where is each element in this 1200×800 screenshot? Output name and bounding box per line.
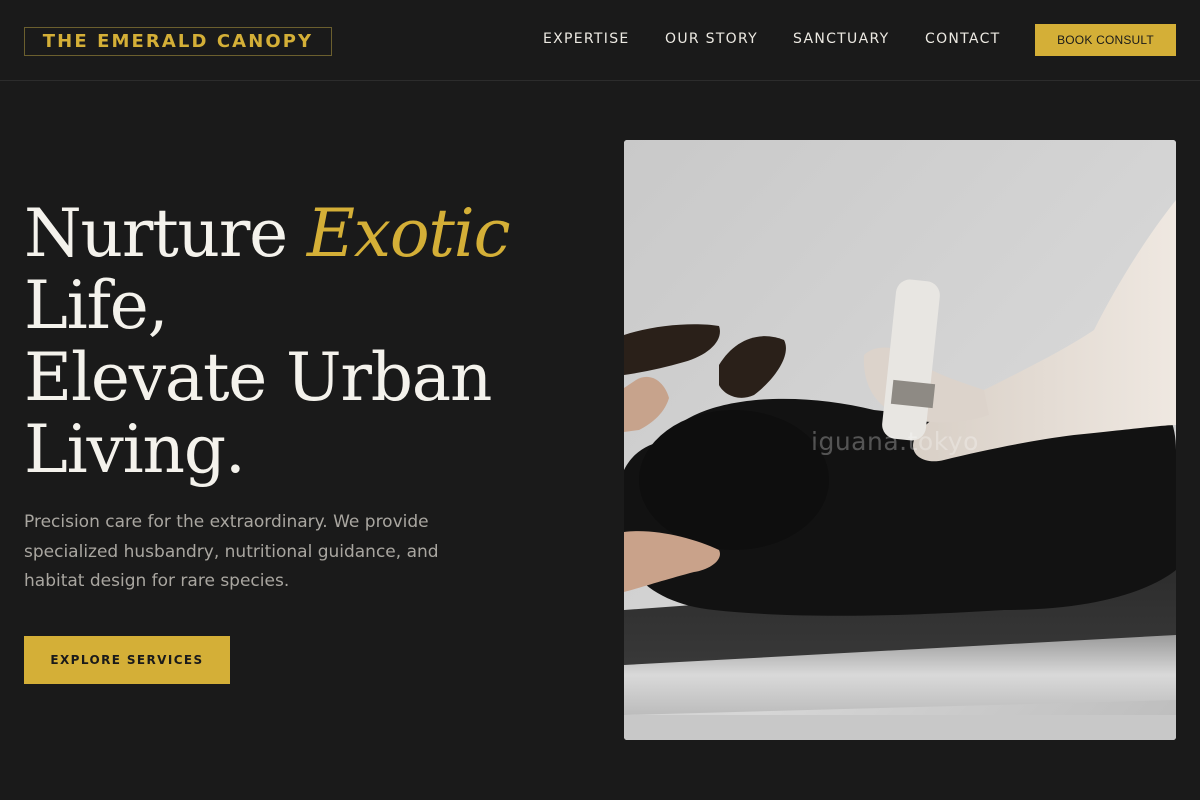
headline-line-2: Life, — [24, 267, 169, 344]
headline-accent-word: Exotic — [306, 195, 511, 272]
nav-link-sanctuary[interactable]: SANCTUARY — [793, 29, 889, 49]
hero-headline: Nurture Exotic Life, Elevate Urban Livin… — [24, 198, 544, 486]
hero-tagline: Precision care for the extraordinary. We… — [24, 512, 439, 591]
main-nav: EXPERTISE OUR STORY SANCTUARY CONTACT — [0, 29, 1200, 49]
headline-line-1: Nurture Exotic — [24, 198, 544, 270]
explore-services-button[interactable]: EXPLORE SERVICES — [24, 636, 230, 684]
nav-link-contact[interactable]: CONTACT — [925, 29, 1001, 49]
book-consult-button[interactable]: BOOK CONSULT — [1035, 24, 1176, 56]
headline-line-3: Elevate Urban — [24, 339, 492, 416]
headline-word-nurture: Nurture — [24, 195, 288, 272]
nav-link-our-story[interactable]: OUR STORY — [665, 29, 758, 49]
hero-photo: iguana.tokyo — [624, 140, 1176, 740]
headline-line-4: Living. — [24, 411, 246, 488]
site-header: THE EMERALD CANOPY EXPERTISE OUR STORY S… — [0, 0, 1200, 81]
nav-link-expertise[interactable]: EXPERTISE — [543, 29, 630, 49]
photo-watermark: iguana.tokyo — [811, 427, 979, 456]
